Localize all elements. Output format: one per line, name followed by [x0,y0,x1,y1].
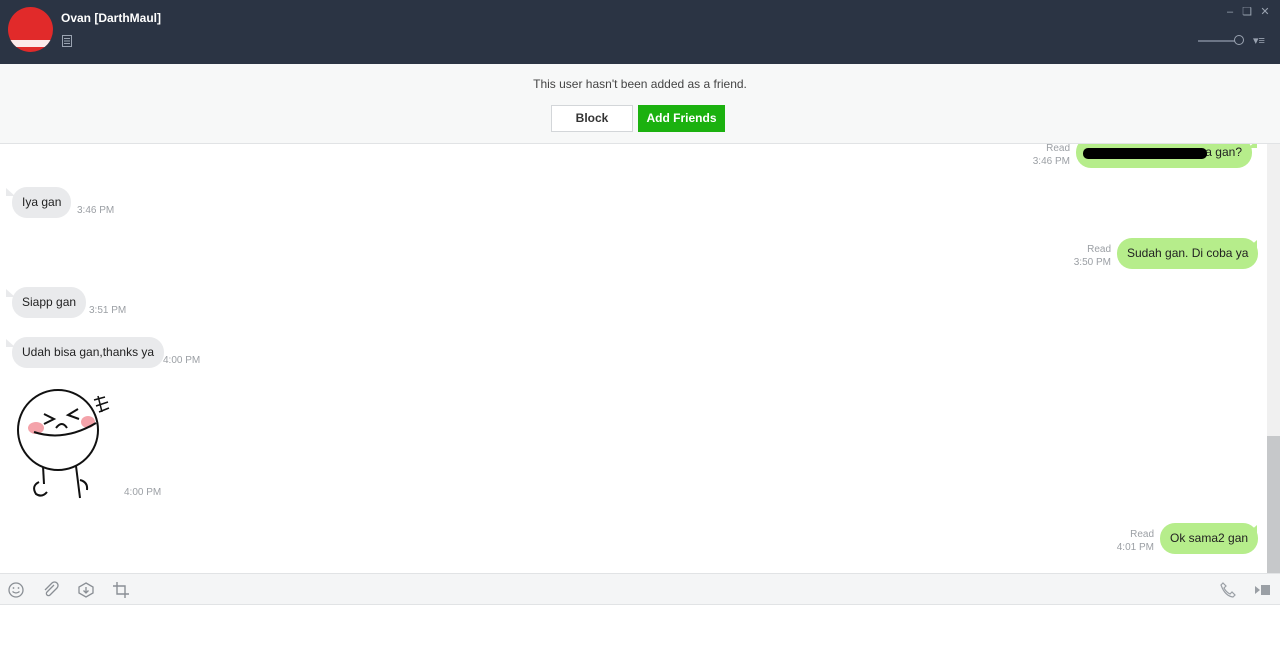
message-text: Sudah gan. Di coba ya [1127,246,1249,260]
phone-icon[interactable] [1219,581,1237,599]
note-icon[interactable] [62,35,72,47]
message-time: 3:46 PM [77,205,115,216]
message-time: 3:50 PM [1073,257,1111,268]
incoming-message[interactable]: Siapp gan [12,287,87,318]
message-meta: Read 3:46 PM [1010,144,1070,168]
incoming-message[interactable]: Iya gan [12,187,72,218]
message-time: 3:51 PM [89,305,127,316]
friend-notice: This user hasn't been added as a friend.… [0,64,1280,144]
message-meta: Read 3:50 PM [1051,243,1111,269]
bubble-tail [1248,144,1257,148]
message-text: Siapp gan [22,295,77,309]
hamburger-menu-icon[interactable]: ▾≡ [1253,35,1271,47]
outgoing-message[interactable]: Sudah gan. Di coba ya [1117,238,1259,269]
message-time: 4:01 PM [1116,542,1154,553]
add-friends-button[interactable]: Add Friends [638,105,725,132]
message-input[interactable] [0,605,1280,670]
message-time: 3:46 PM [1032,156,1070,167]
avatar[interactable] [8,7,53,52]
read-status: Read [1046,144,1070,154]
close-icon[interactable]: ✕ [1259,6,1271,18]
crop-icon[interactable] [112,581,130,599]
restore-icon[interactable]: ❏ [1241,6,1253,18]
scrollbar-thumb[interactable] [1267,436,1280,573]
video-call-icon[interactable] [1253,581,1271,599]
bubble-tail [1248,525,1257,533]
message-time: 4:00 PM [163,355,201,366]
incoming-message[interactable]: Udah bisa gan,thanks ya [12,337,165,368]
chat-header: Ovan [DarthMaul] – ❏ ✕ ▾≡ [0,0,1280,64]
friend-notice-text: This user hasn't been added as a friend. [533,77,747,91]
message-time: 4:00 PM [124,487,162,498]
message-toolbar [0,573,1280,605]
message-text: Ok sama2 gan [1170,531,1249,545]
zoom-slider-knob[interactable] [1234,35,1244,45]
attach-icon[interactable] [42,581,60,599]
redaction-mark [1083,148,1207,159]
bubble-tail [1248,240,1257,248]
message-meta: Read 4:01 PM [1094,528,1154,554]
contact-name: Ovan [DarthMaul] [61,11,162,25]
outgoing-message[interactable]: Ok sama2 gan [1160,523,1259,554]
download-icon[interactable] [77,581,95,599]
message-text: Iya gan [22,195,62,209]
read-status: Read [1130,529,1154,540]
minimize-icon[interactable]: – [1224,6,1236,18]
message-list[interactable]: Read 3:46 PM ya gan? Iya gan 3:46 PM Rea… [0,144,1268,573]
read-status: Read [1087,244,1111,255]
block-button[interactable]: Block [551,105,633,132]
emoji-icon[interactable] [7,581,25,599]
laughing-moon-sticker[interactable] [14,388,116,502]
message-text: Udah bisa gan,thanks ya [22,345,155,359]
